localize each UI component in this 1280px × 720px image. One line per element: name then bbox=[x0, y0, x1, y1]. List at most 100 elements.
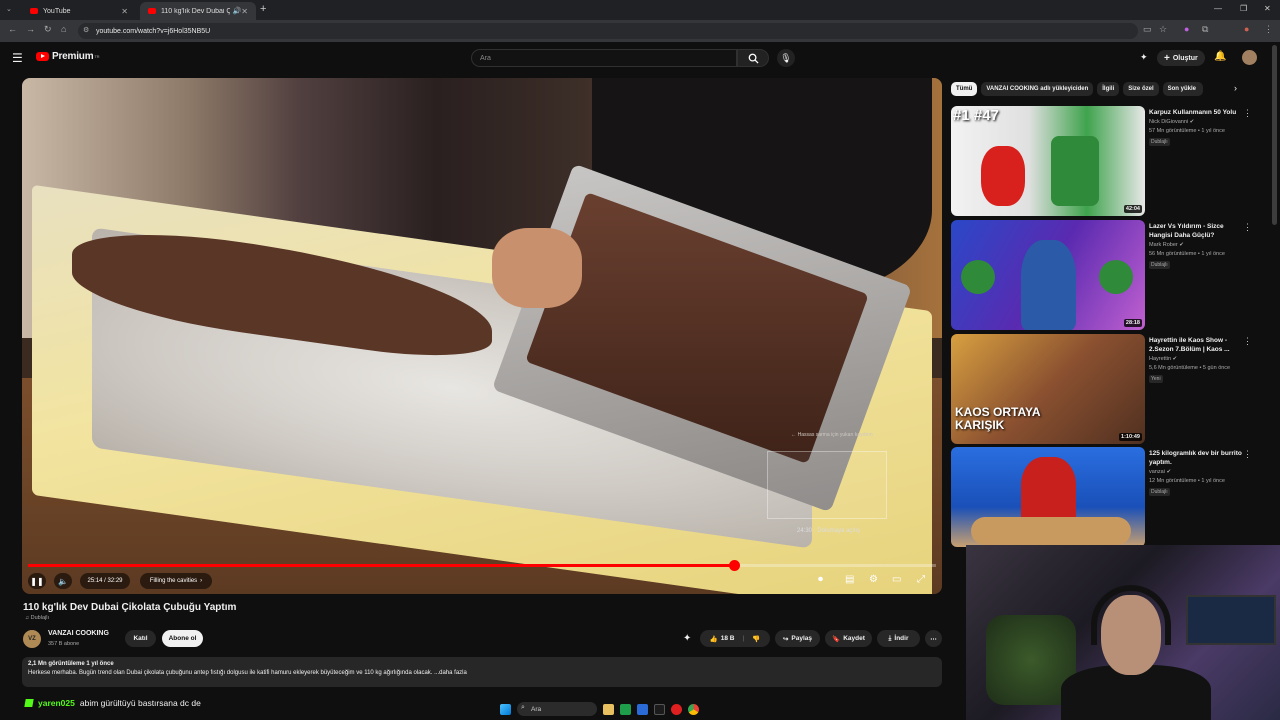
video-frame-hand bbox=[492, 228, 582, 308]
word-icon[interactable] bbox=[637, 703, 648, 715]
channel-name[interactable]: VANZAI COOKING bbox=[48, 630, 109, 637]
back-icon[interactable]: ← bbox=[8, 24, 17, 34]
chip-for-you[interactable]: Size özel bbox=[1123, 82, 1159, 96]
channel-avatar-text: VZ bbox=[28, 636, 36, 642]
url-field[interactable]: ⚙ youtube.com/watch?v=j6Hol35NB5U bbox=[78, 23, 1138, 39]
forward-icon[interactable]: → bbox=[26, 24, 35, 34]
more-dots-icon[interactable]: ⋮ bbox=[1243, 336, 1252, 347]
video-thumbnail[interactable]: 28:18 bbox=[951, 220, 1145, 330]
recommendation-channel[interactable]: Nick DiGiovanni ✔ bbox=[1149, 119, 1194, 125]
recommendation-channel[interactable]: vanzai ✔ bbox=[1149, 469, 1171, 475]
save-button[interactable]: 🔖 Kaydet bbox=[825, 630, 872, 647]
webcam-monitor bbox=[1186, 595, 1276, 645]
sparkle-icon[interactable]: ✦ bbox=[1140, 52, 1148, 63]
download-button[interactable]: ⤓ İndir bbox=[877, 630, 920, 647]
extensions-icon[interactable]: ⧉ bbox=[1202, 24, 1208, 35]
chip-from-uploader[interactable]: VANZAI COOKING adlı yükleyiciden bbox=[981, 82, 1094, 96]
notifications-bell-icon[interactable]: 🔔 bbox=[1214, 51, 1226, 62]
more-actions-button[interactable]: ⋯ bbox=[925, 630, 942, 647]
voice-search-button[interactable]: 🎙 bbox=[777, 49, 795, 67]
excel-icon[interactable] bbox=[620, 703, 631, 715]
maximize-icon[interactable]: ❐ bbox=[1240, 4, 1247, 13]
more-dots-icon[interactable]: ⋮ bbox=[1243, 108, 1252, 119]
more-dots-icon[interactable]: ⋮ bbox=[1243, 222, 1252, 233]
close-icon[interactable]: ✕ bbox=[121, 7, 128, 16]
video-thumbnail[interactable]: #1 #47 42:04 bbox=[951, 106, 1145, 216]
channel-avatar[interactable]: VZ bbox=[23, 630, 41, 648]
recommendation-item[interactable]: 28:18 Lazer Vs Yıldırım - Sizce Hangisi … bbox=[951, 220, 1271, 330]
file-explorer-icon[interactable] bbox=[603, 703, 614, 715]
more-dots-icon[interactable]: ⋮ bbox=[1243, 449, 1252, 460]
hamburger-menu-icon[interactable]: ☰ bbox=[12, 51, 23, 65]
profile-icon[interactable]: ● bbox=[1244, 24, 1249, 34]
pause-button[interactable]: ❚❚ bbox=[28, 573, 46, 589]
close-icon[interactable]: ✕ bbox=[241, 7, 248, 16]
recommendation-views: 12 Mn görüntüleme • 1 yıl önce bbox=[1149, 478, 1225, 484]
taskbar-search[interactable]: ⌕ Ara bbox=[517, 702, 597, 716]
settings-gear-icon[interactable]: ⚙ bbox=[869, 574, 878, 585]
home-icon[interactable]: ⌂ bbox=[61, 24, 66, 34]
youtube-header: ☰ Premium TR Ara 🎙 ✦ + Oluştur 🔔 bbox=[0, 42, 1270, 76]
tab-youtube[interactable]: YouTube ✕ bbox=[22, 2, 136, 20]
chip-recent[interactable]: Son yükle bbox=[1162, 82, 1203, 96]
recommendation-item[interactable]: #1 #47 42:04 Karpuz Kullanmanın 50 Yolu … bbox=[951, 106, 1271, 216]
dub-text: Dublajlı bbox=[30, 615, 49, 621]
like-button[interactable]: 👍 18 B bbox=[710, 635, 735, 643]
thumbnail-figure bbox=[1099, 260, 1133, 294]
speaker-icon[interactable]: 🔊 bbox=[233, 7, 242, 15]
page-scrollbar[interactable] bbox=[1272, 45, 1277, 225]
recommendation-item[interactable]: 125 kilogramlık dev bir burrito yaptım. … bbox=[951, 447, 1271, 547]
webcam-headphones bbox=[1091, 585, 1171, 645]
recommendation-channel[interactable]: Mark Rober ✔ bbox=[1149, 242, 1184, 248]
search-icon: ⌕ bbox=[521, 704, 525, 711]
extension-icon[interactable]: ● bbox=[1184, 24, 1189, 34]
video-thumbnail[interactable]: KAOS ORTAYA KARIŞIK 1:10:49 bbox=[951, 334, 1145, 444]
description-box[interactable]: 2,1 Mn görüntüleme 1 yıl önce Herkese me… bbox=[22, 657, 942, 687]
mute-button[interactable]: 🔈 bbox=[54, 573, 72, 589]
chip-all[interactable]: Tümü bbox=[951, 82, 978, 96]
windows-start-icon[interactable] bbox=[500, 703, 511, 715]
channel-text: vanzai bbox=[1149, 469, 1165, 475]
cast-icon[interactable]: ▭ bbox=[1143, 24, 1152, 35]
minimize-icon[interactable]: — bbox=[1214, 4, 1222, 13]
kick-logo-icon bbox=[24, 699, 34, 707]
tab-video[interactable]: 110 kg'lık Dev Dubai Çikola 🔊 ✕ bbox=[140, 2, 256, 20]
obs-icon[interactable] bbox=[654, 703, 665, 715]
subscribe-button[interactable]: Abone ol bbox=[162, 630, 203, 647]
theater-mode-icon[interactable]: ▭ bbox=[892, 574, 901, 585]
sparkle-icon[interactable]: ✦ bbox=[683, 633, 691, 644]
search-input[interactable]: Ara bbox=[471, 49, 737, 67]
search-button[interactable] bbox=[737, 49, 769, 67]
recommendation-channel[interactable]: Hayrettin ✔ bbox=[1149, 356, 1177, 362]
youtube-premium-logo[interactable]: Premium TR bbox=[36, 51, 100, 62]
chip-related[interactable]: İlgili bbox=[1097, 82, 1120, 96]
subtitles-icon[interactable]: ▤ bbox=[845, 574, 854, 585]
verified-icon: ✔ bbox=[1179, 242, 1184, 248]
reload-icon[interactable]: ↻ bbox=[44, 24, 52, 35]
join-button[interactable]: Katıl bbox=[125, 630, 156, 647]
chrome-icon[interactable] bbox=[688, 703, 699, 715]
close-window-icon[interactable]: ✕ bbox=[1264, 4, 1271, 13]
new-tab-button[interactable]: + bbox=[260, 3, 266, 15]
recording-app-icon[interactable] bbox=[671, 703, 682, 715]
site-info-icon[interactable]: ⚙ bbox=[83, 26, 89, 34]
streamer-webcam bbox=[966, 545, 1280, 720]
sidebar-chips: Tümü VANZAI COOKING adlı yükleyiciden İl… bbox=[951, 82, 1203, 96]
fullscreen-icon[interactable]: ⤢ bbox=[917, 574, 925, 585]
video-player[interactable]: ← Hassas sarma için yukarı kaydırın 24:3… bbox=[22, 78, 942, 594]
share-button[interactable]: ↪ Paylaş bbox=[775, 630, 820, 647]
menu-dots-icon[interactable]: ⋮ bbox=[1264, 24, 1273, 35]
dislike-button[interactable]: 👎 bbox=[752, 635, 760, 643]
chevron-right-icon[interactable]: › bbox=[1234, 83, 1237, 93]
recommendation-tag: Dublajlı bbox=[1149, 488, 1170, 496]
chapter-button[interactable]: Filling the cavities › bbox=[140, 573, 212, 589]
autoplay-toggle-icon[interactable]: ⏺ bbox=[818, 574, 823, 585]
create-button[interactable]: + Oluştur bbox=[1157, 50, 1205, 66]
tab-search-icon[interactable]: ⌄ bbox=[6, 5, 12, 13]
recommendation-item[interactable]: KAOS ORTAYA KARIŞIK 1:10:49 Hayrettin il… bbox=[951, 334, 1271, 444]
bookmark-star-icon[interactable]: ☆ bbox=[1159, 24, 1167, 35]
progress-bar[interactable] bbox=[28, 560, 936, 571]
avatar[interactable] bbox=[1242, 50, 1257, 65]
progress-scrubber[interactable] bbox=[728, 560, 740, 571]
video-thumbnail[interactable] bbox=[951, 447, 1145, 547]
